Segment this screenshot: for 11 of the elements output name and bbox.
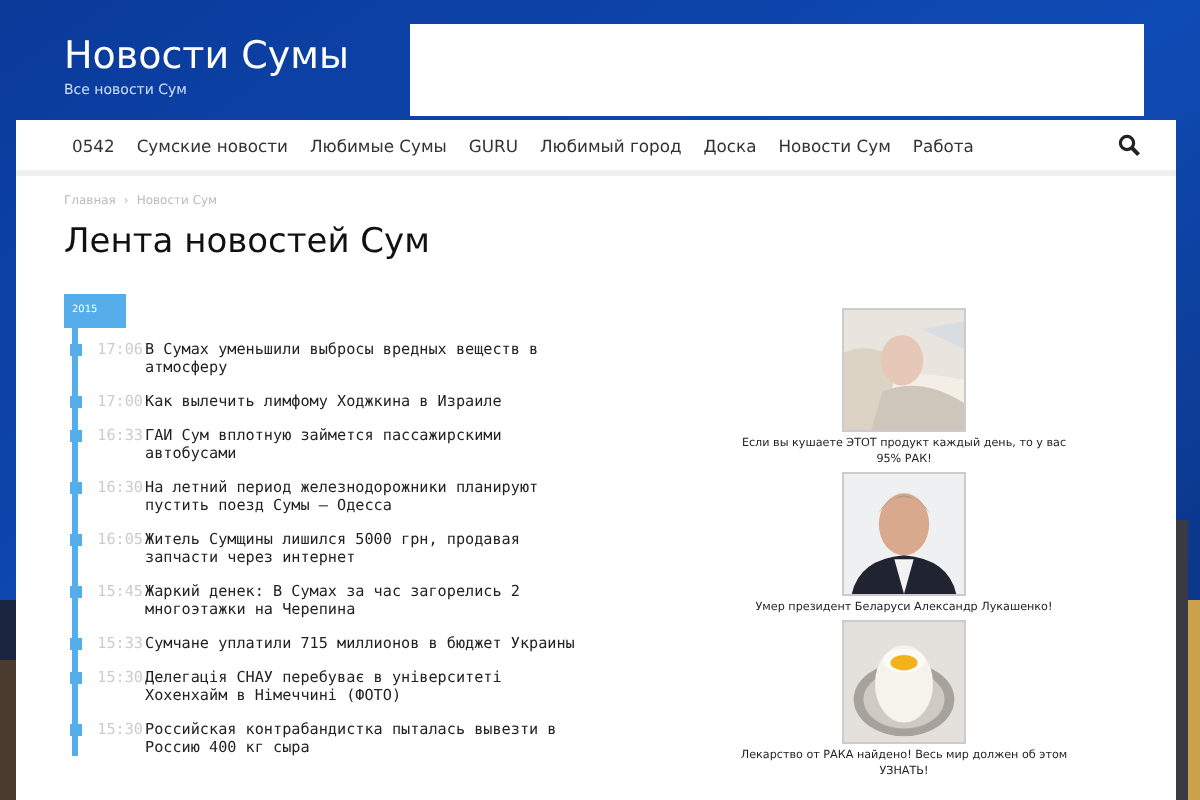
page-heading: Лента новостей Сум <box>64 220 432 264</box>
nav-link[interactable]: Любимые Сумы <box>309 135 447 155</box>
nav-link[interactable]: GURU <box>468 135 518 155</box>
search-icon[interactable] <box>1118 134 1140 156</box>
site-title[interactable]: Новости Сумы <box>64 32 410 80</box>
nav-link[interactable]: 0542 <box>72 135 115 155</box>
nav-link[interactable]: Любимый город <box>539 135 682 155</box>
nav-link[interactable]: Доска <box>703 135 757 155</box>
nav-link[interactable]: Новости Сум <box>778 135 891 155</box>
nav-link[interactable]: Сумские новости <box>136 135 288 155</box>
nav-link[interactable]: Работа <box>912 135 974 155</box>
